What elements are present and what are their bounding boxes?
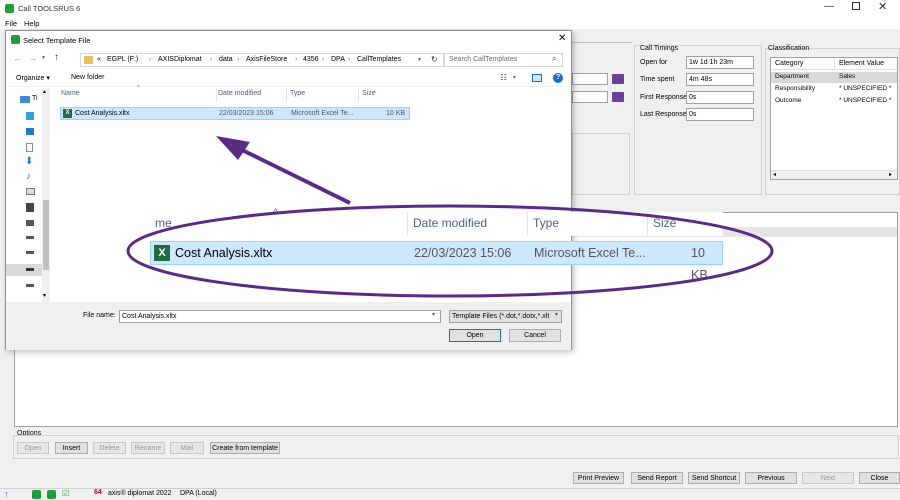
highlight-ellipse [126, 204, 774, 298]
pointer-arrow-head [216, 136, 250, 160]
pointer-arrow-line [231, 143, 351, 205]
callout-annotation [126, 136, 774, 298]
